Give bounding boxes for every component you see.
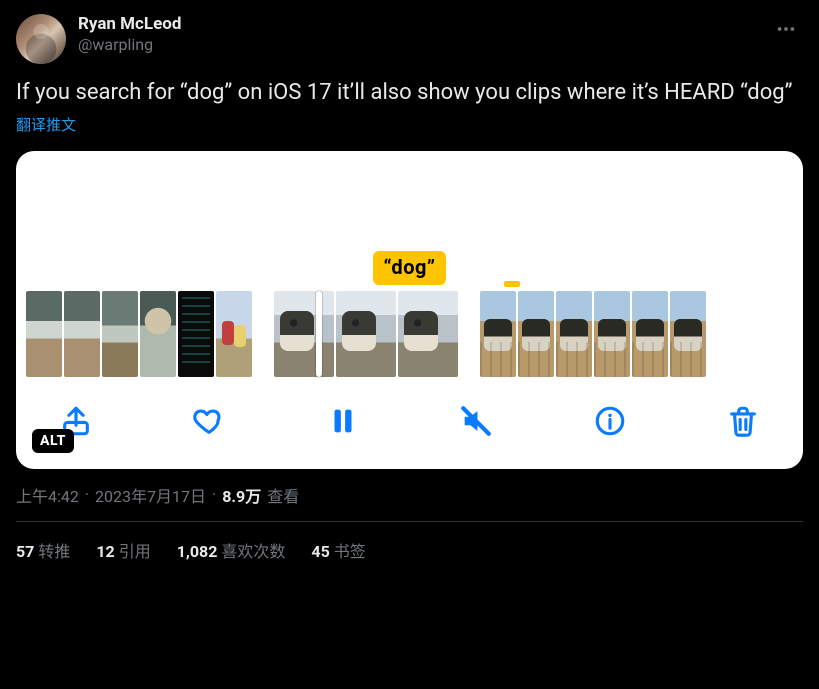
more-icon: [775, 18, 797, 40]
trash-button[interactable]: [721, 399, 765, 443]
clip-thumb[interactable]: [178, 291, 214, 377]
like-button[interactable]: [187, 399, 231, 443]
display-name[interactable]: Ryan McLeod: [78, 14, 181, 35]
user-handle[interactable]: @warpling: [78, 35, 181, 55]
tweet-text: If you search for “dog” on iOS 17 it’ll …: [16, 78, 803, 108]
likes-label: 喜欢次数: [221, 542, 285, 561]
meta-sep: ·: [85, 485, 89, 504]
avatar[interactable]: [16, 14, 66, 64]
clip-thumb[interactable]: [336, 291, 396, 377]
heart-icon: [192, 404, 226, 438]
timeline-strip[interactable]: [16, 285, 803, 389]
pause-icon: [326, 404, 360, 438]
clip-thumb[interactable]: [102, 291, 138, 377]
clip-thumb[interactable]: [140, 291, 176, 377]
tweet-header: Ryan McLeod @warpling: [16, 14, 803, 64]
caption-marker: [504, 281, 520, 287]
tweet-meta: 上午4:42 · 2023年7月17日 · 8.9万 查看: [16, 483, 803, 507]
bookmarks-count: 45: [311, 542, 329, 561]
views-label: 查看: [267, 483, 299, 507]
meta-sep: ·: [212, 485, 216, 504]
info-button[interactable]: [588, 399, 632, 443]
media-card[interactable]: “dog”: [16, 151, 803, 469]
clip-thumb[interactable]: [26, 291, 62, 377]
clip-thumb[interactable]: [670, 291, 706, 377]
views-count: 8.9万: [222, 483, 261, 507]
media-toolbar: [16, 389, 803, 469]
tweet-container: Ryan McLeod @warpling If you search for …: [0, 0, 819, 562]
clip-thumb[interactable]: [216, 291, 252, 377]
tweet-stats: 57转推 12 引用 1,082喜欢次数 45 书签: [16, 522, 803, 562]
info-icon: [593, 404, 627, 438]
caption-row: “dog”: [16, 251, 803, 285]
likes-count: 1,082: [177, 542, 218, 561]
clip-thumb[interactable]: [274, 291, 334, 377]
retweets-stat[interactable]: 57转推: [16, 538, 70, 562]
pause-button[interactable]: [321, 399, 365, 443]
quotes-label: 引用: [119, 542, 151, 561]
mute-button[interactable]: [454, 399, 498, 443]
retweets-label: 转推: [38, 542, 70, 561]
retweets-count: 57: [16, 542, 34, 561]
clip-thumb[interactable]: [398, 291, 458, 377]
user-names: Ryan McLeod @warpling: [78, 14, 181, 55]
clip-thumb[interactable]: [632, 291, 668, 377]
audio-caption: “dog”: [373, 251, 445, 285]
tweet-date[interactable]: 2023年7月17日: [95, 483, 206, 507]
likes-stat[interactable]: 1,082喜欢次数: [177, 538, 286, 562]
alt-badge[interactable]: ALT: [32, 429, 74, 453]
clip-thumb[interactable]: [594, 291, 630, 377]
clip-group-1: [26, 291, 252, 379]
bookmarks-stat[interactable]: 45 书签: [311, 538, 365, 562]
quotes-count: 12: [96, 542, 114, 561]
media-card-top: [16, 151, 803, 251]
translate-link[interactable]: 翻译推文: [16, 114, 76, 135]
clip-thumb[interactable]: [518, 291, 554, 377]
quotes-stat[interactable]: 12 引用: [96, 538, 150, 562]
mute-icon: [459, 404, 493, 438]
more-button[interactable]: [769, 14, 803, 49]
bookmarks-label: 书签: [334, 542, 366, 561]
clip-thumb[interactable]: [480, 291, 516, 377]
playhead[interactable]: [316, 291, 322, 377]
clip-thumb[interactable]: [556, 291, 592, 377]
clip-thumb[interactable]: [64, 291, 100, 377]
clip-group-2: [274, 291, 458, 379]
clip-group-3: [480, 291, 706, 379]
trash-icon: [726, 404, 760, 438]
tweet-time[interactable]: 上午4:42: [16, 483, 79, 507]
